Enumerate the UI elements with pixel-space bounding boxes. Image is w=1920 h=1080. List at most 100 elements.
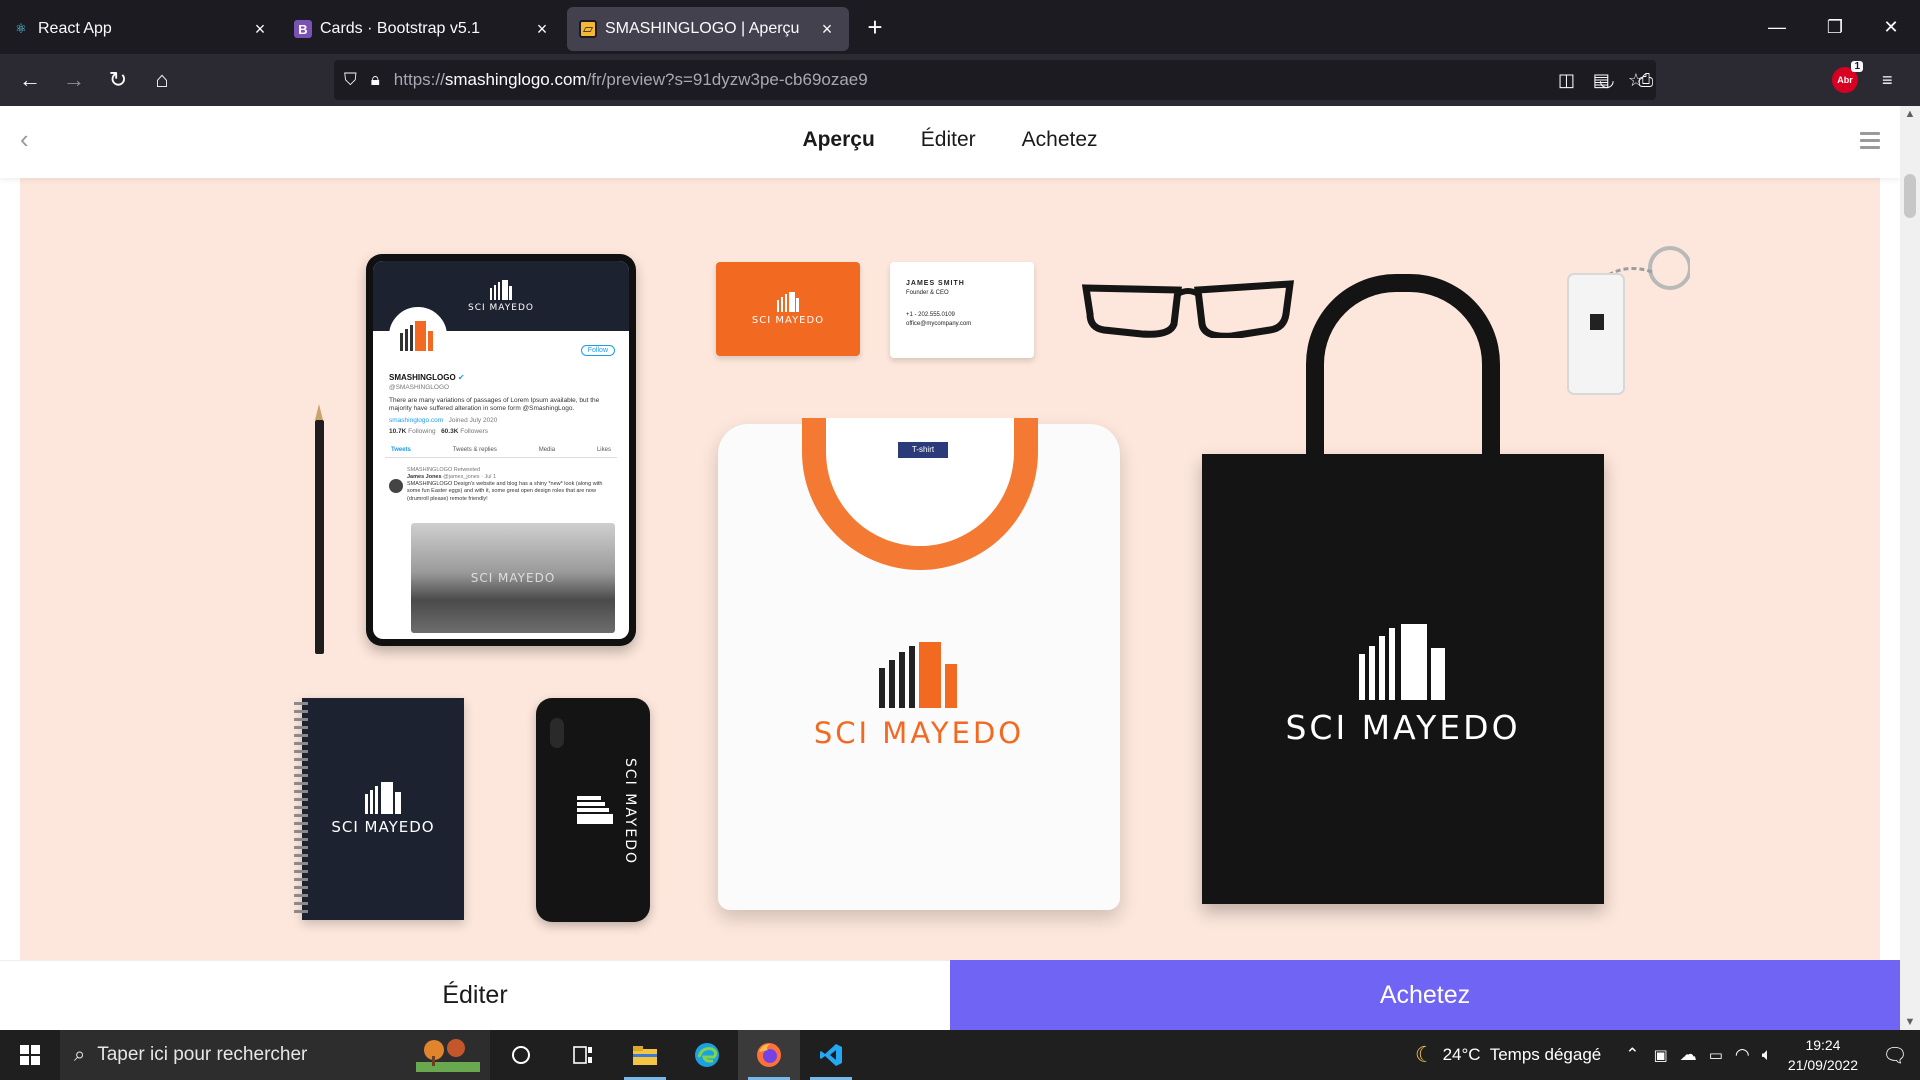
nav-edit[interactable]: Éditer [921,128,976,152]
volume-icon[interactable]: 🔈︎ [1762,1045,1772,1065]
sidebar-icon[interactable]: ◫ [1558,70,1575,91]
notebook-spiral [294,702,308,916]
tab-smashinglogo[interactable]: ▱ SMASHINGLOGO | Aperçu × [567,7,849,51]
clock-date: 21/09/2022 [1787,1057,1858,1073]
retweet-label: SMASHINGLOGO Retweeted [407,467,481,473]
scroll-down-icon[interactable]: ▼ [1900,1016,1920,1028]
windows-start-icon[interactable] [0,1030,60,1080]
url-path: /fr/preview?s=91dyzw3pe-cb69ozae9 [586,70,868,89]
reload-icon[interactable]: ↻ [98,60,138,100]
bootstrap-icon: B [294,20,312,38]
cortana-icon[interactable] [490,1030,552,1080]
pocket-icon[interactable]: ◡ [1599,70,1615,91]
close-window-button[interactable]: ✕ [1862,0,1920,54]
following-count: 10.7K [389,427,407,435]
back-arrow-icon[interactable]: ← [10,60,50,100]
smashinglogo-icon: ▱ [579,20,597,38]
scroll-up-icon[interactable]: ▲ [1900,108,1920,120]
mockup-preview: SCI MAYEDO Follow SMASHINGLOGO ✔ @SMASHI… [20,178,1880,968]
hamburger-menu-icon[interactable] [1860,132,1880,153]
close-icon[interactable]: × [532,19,552,40]
windows-taskbar: ⌕ Taper ici pour rechercher ☾ 24°C Temps… [0,1030,1920,1080]
chevron-up-icon[interactable]: ⌃ [1625,1045,1639,1065]
tshirt-brand-name: SCI MAYEDO [813,716,1025,750]
minimize-window-button[interactable]: — [1748,0,1806,54]
tweet-avatar [389,479,403,493]
nav-preview[interactable]: Aperçu [802,128,874,152]
card-phone: +1 - 202.555.0109 [906,311,955,318]
app-menu-icon[interactable]: ≡ [1882,70,1893,91]
lock-icon[interactable]: 🔒︎ [371,70,380,90]
wifi-icon[interactable]: ◠ [1735,1045,1750,1065]
profile-info: SMASHINGLOGO ✔ @SMASHINGLOGO There are m… [389,373,617,437]
system-tray: ☾ 24°C Temps dégagé ⌃ ▣ ☁ ▭ ◠ 🔈︎ 19:24 2… [1415,1030,1920,1080]
weather-text[interactable]: 24°C Temps dégagé [1443,1045,1602,1065]
brand-logo-icon [777,292,799,312]
page-scrollbar[interactable]: ▲ ▼ [1900,106,1920,1030]
edge-browser-icon[interactable] [676,1030,738,1080]
tshirt-mockup: T-shirt SCI MAYEDO [718,418,1120,910]
url-host: smashinglogo.com [444,70,587,89]
page-viewport: ‹ Aperçu Éditer Achetez SCI MAYEDO Follo… [0,106,1900,1030]
account-name: SMASHINGLOGO [389,373,456,382]
tweet-photo-brand: SCI MAYEDO [470,571,556,585]
adblock-extension-icon[interactable]: Abr 1 [1832,61,1863,93]
tab-bootstrap-cards[interactable]: B Cards · Bootstrap v5.1 × [282,7,564,51]
meet-now-icon[interactable]: ▣ [1654,1046,1668,1064]
browser-toolbar: ← → ↻ ⌂ ⛉ 🔒︎ https://smashinglogo.com/fr… [0,54,1920,106]
tote-brand: SCI MAYEDO [1202,624,1604,747]
weather-moon-icon[interactable]: ☾ [1415,1042,1435,1068]
brand-logo-icon [490,279,512,300]
tshirt-tag: T-shirt [898,442,948,458]
notifications-icon[interactable]: 🗨︎ [1870,1043,1920,1068]
url-bar[interactable]: ⛉ 🔒︎ https://smashinglogo.com/fr/preview… [334,60,1656,100]
tweet-photo: SCI MAYEDO [411,523,615,633]
task-view-icon[interactable] [552,1030,614,1080]
tweet-author: James Jones [407,474,442,481]
followers-count: 60.3K [441,427,459,435]
tablet-banner-brand: SCI MAYEDO [468,302,534,313]
business-card-front: SCI MAYEDO [716,262,860,356]
search-highlight-icon [416,1039,480,1072]
tab-react-app[interactable]: ⚛ React App × [0,7,282,51]
print-icon[interactable]: ⎙ [1639,70,1653,91]
clock-time: 19:24 [1805,1037,1841,1053]
extension-label: Abr [1837,75,1853,85]
brand-logo-icon [365,782,401,814]
nav-buy[interactable]: Achetez [1022,128,1098,152]
battery-icon[interactable]: ▭ [1709,1046,1723,1064]
keychain-mockup [1567,246,1690,395]
tablet-mockup: SCI MAYEDO Follow SMASHINGLOGO ✔ @SMASHI… [366,254,636,646]
url-scheme: https:// [393,70,445,89]
new-tab-button[interactable]: + [855,7,895,47]
buy-button[interactable]: Achetez [950,960,1900,1030]
profile-tab: Likes [596,447,611,453]
brand-logo-icon [1359,624,1445,700]
tab-title: SMASHINGLOGO | Aperçu [605,20,800,37]
notebook-mockup: SCI MAYEDO [294,698,464,920]
taskbar-search[interactable]: ⌕ Taper ici pour rechercher [60,1030,490,1080]
firefox-icon[interactable] [738,1030,800,1080]
phone-brand: SCI MAYEDO [622,758,638,866]
edit-button[interactable]: Éditer [0,960,950,1030]
clock[interactable]: 19:24 21/09/2022 [1788,1035,1858,1075]
tab-title: React App [38,20,112,37]
scrollbar-thumb[interactable] [1904,174,1916,218]
follow-button: Follow [580,345,615,356]
pencil-mockup [315,404,324,654]
search-placeholder: Taper ici pour rechercher [97,1044,308,1065]
tweet-text: SMASHINGLOGO Design's website and blog h… [407,481,603,502]
tote-handle [1306,274,1500,494]
home-icon[interactable]: ⌂ [142,60,182,100]
tracking-shield-icon[interactable]: ⛉ [344,70,357,90]
notebook-brand: SCI MAYEDO [331,818,435,836]
close-icon[interactable]: × [817,19,837,40]
business-card-back: JAMES SMITH Founder & CEO +1 - 202.555.0… [890,262,1034,358]
restore-window-button[interactable]: ❐ [1806,0,1864,54]
onedrive-cloud-icon[interactable]: ☁ [1680,1045,1697,1065]
close-icon[interactable]: × [250,19,270,40]
card-brand: SCI MAYEDO [751,315,825,326]
forward-arrow-icon[interactable]: → [54,60,94,100]
vscode-icon[interactable] [800,1030,862,1080]
file-explorer-icon[interactable] [614,1030,676,1080]
